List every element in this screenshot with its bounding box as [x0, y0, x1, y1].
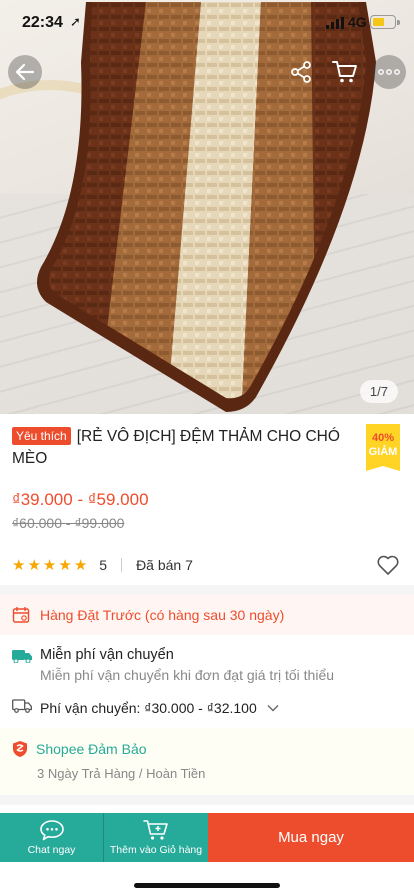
star-icon: ★ [73, 556, 88, 574]
chat-now-label: Chat ngay [27, 844, 76, 856]
guarantee-title: Shopee Đảm Bảo [36, 741, 147, 757]
network-type: 4G [348, 14, 367, 30]
chevron-down-icon [267, 704, 279, 711]
home-indicator[interactable] [134, 883, 280, 888]
signal-icon [326, 17, 344, 29]
star-icon: ★ [42, 556, 57, 574]
arrow-left-icon [15, 63, 35, 81]
divider [121, 558, 123, 572]
status-bar: 22:34 ➚ 4G [0, 0, 414, 46]
add-to-cart-button[interactable]: Thêm vào Giỏ hàng [104, 813, 208, 862]
discount-percent: 40% [371, 432, 395, 444]
star-icon: ★ [58, 556, 72, 574]
favorite-badge: Yêu thích [12, 427, 71, 445]
guarantee-title-row: Shopee Đảm Bảo [12, 740, 402, 758]
share-icon [291, 61, 311, 83]
rating-row[interactable]: ★ ★ ★ ★ ★ 5 Đã bán 7 [0, 545, 414, 585]
calendar-icon [12, 607, 30, 623]
discount-label: GIẢM [368, 446, 398, 458]
star-icon: ★ [12, 556, 26, 574]
image-counter: 1/7 [359, 380, 398, 403]
back-button[interactable] [8, 55, 42, 89]
shipping-fee-text: Phí vận chuyển: ₫30.000 - ₫32.100 [40, 699, 257, 716]
buy-now-button[interactable]: Mua ngay [208, 813, 414, 862]
share-button[interactable] [284, 55, 318, 89]
discount-badge: 40% GIẢM [366, 424, 400, 471]
cart-button[interactable] [328, 55, 362, 89]
cart-icon [332, 61, 357, 83]
shipping-section[interactable]: Miễn phí vận chuyển Miễn phí vận chuyển … [0, 635, 414, 728]
chat-icon [39, 820, 64, 841]
more-button[interactable] [372, 55, 406, 89]
rating-value: 5 [99, 557, 108, 573]
free-shipping-row: Miễn phí vận chuyển Miễn phí vận chuyển … [12, 647, 402, 683]
product-title-block: Yêu thích [RẺ VÔ ĐỊCH] ĐỆM THẢM CHO CHÓ M… [0, 414, 414, 471]
star-icon: ★ [27, 556, 41, 574]
bottom-action-bar: Chat ngay Thêm vào Giỏ hàng Mua ngay [0, 813, 414, 862]
guarantee-subtitle: 3 Ngày Trả Hàng / Hoàn Tiền [37, 766, 206, 781]
section-gap [0, 585, 414, 595]
preorder-notice: Hàng Đặt Trước (có hàng sau 30 ngày) [0, 595, 414, 635]
truck-icon [12, 699, 32, 716]
sold-count: Đã bán 7 [136, 557, 193, 573]
add-to-cart-label: Thêm vào Giỏ hàng [109, 844, 203, 856]
price-range: ₫39.000 - ₫59.000 [12, 490, 149, 509]
original-price: ₫60.000 - ₫99.000 [12, 515, 125, 531]
add-cart-icon [143, 820, 168, 840]
battery-icon [370, 15, 400, 29]
preorder-text: Hàng Đặt Trước (có hàng sau 30 ngày) [40, 607, 285, 623]
heart-icon[interactable] [376, 554, 400, 576]
buy-now-label: Mua ngay [278, 829, 344, 846]
free-shipping-icon [12, 647, 32, 668]
more-icon [378, 69, 400, 75]
shield-icon [13, 741, 27, 757]
shopee-guarantee[interactable]: Shopee Đảm Bảo 3 Ngày Trả Hàng / Hoàn Ti… [0, 728, 414, 795]
location-icon: ➚ [70, 14, 81, 29]
chat-now-button[interactable]: Chat ngay [0, 813, 104, 862]
free-shipping-title: Miễn phí vận chuyển [40, 647, 174, 663]
shipping-fee-row[interactable]: Phí vận chuyển: ₫30.000 - ₫32.100 [12, 699, 402, 728]
free-shipping-subtitle: Miễn phí vận chuyển khi đơn đạt giá trị … [40, 667, 335, 683]
product-info: Yêu thích [RẺ VÔ ĐỊCH] ĐỆM THẢM CHO CHÓ M… [0, 414, 414, 805]
section-gap [0, 795, 414, 805]
rating-stars: ★ ★ ★ ★ ★ [12, 558, 87, 573]
status-time: 22:34 [22, 14, 63, 31]
